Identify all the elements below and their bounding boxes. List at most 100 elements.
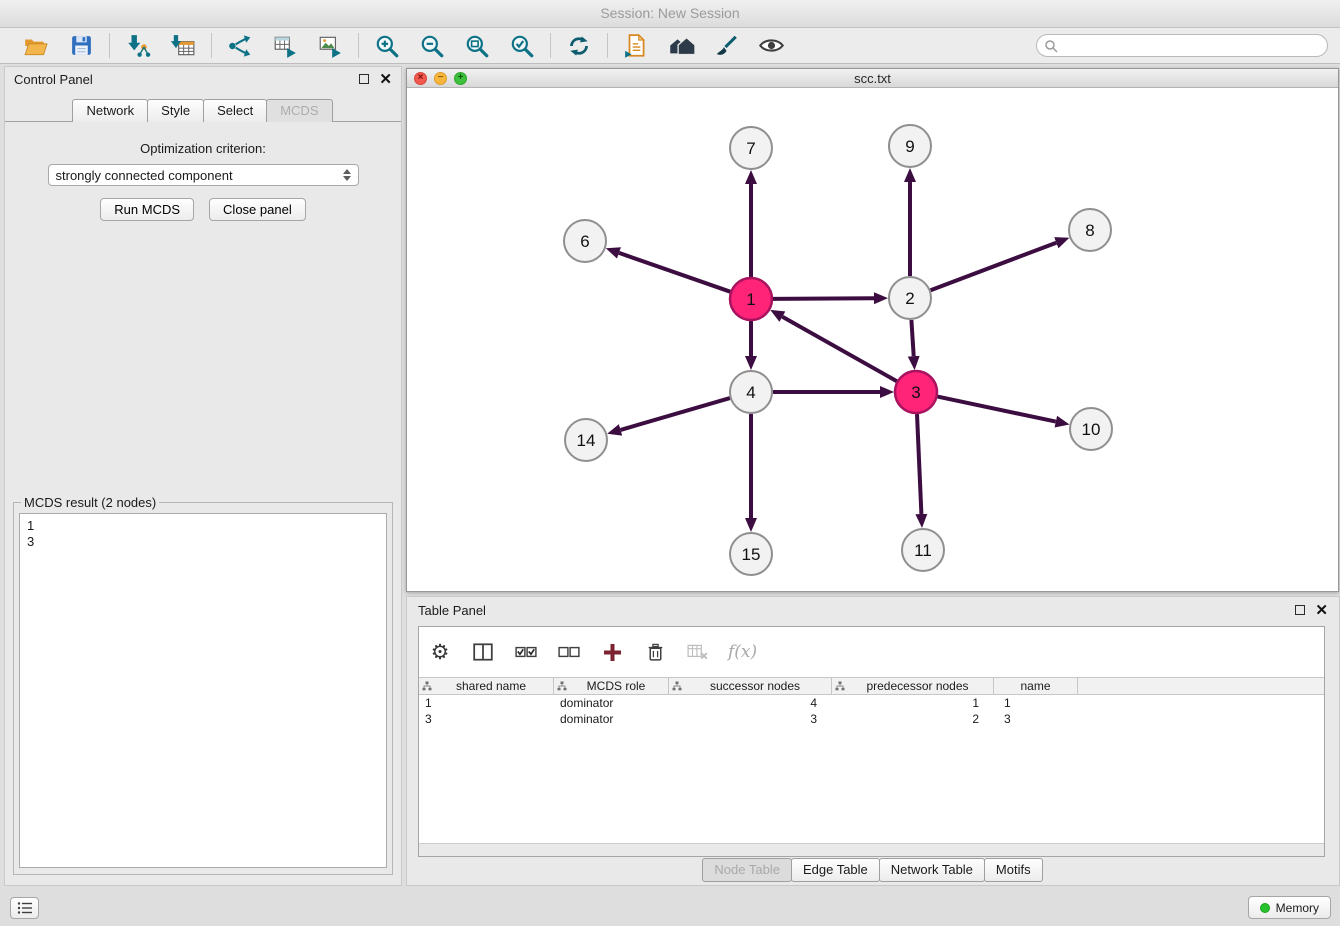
window-close-icon[interactable]: × [414, 72, 427, 85]
save-session-icon[interactable] [66, 31, 96, 61]
column-header-predecessor-nodes[interactable]: predecessor nodes [832, 678, 994, 694]
application-window: Session: New Session [0, 0, 1340, 926]
column-header-name[interactable]: name [994, 678, 1078, 694]
refresh-layout-icon[interactable] [564, 31, 594, 61]
close-panel-icon[interactable]: ✕ [379, 72, 392, 87]
network-share-icon[interactable] [225, 31, 255, 61]
delete-row-trash-icon[interactable] [642, 639, 668, 665]
graph-node-10[interactable]: 10 [1070, 408, 1112, 450]
home-icon[interactable] [666, 31, 696, 61]
graph-node-9[interactable]: 9 [889, 125, 931, 167]
graph-node-6[interactable]: 6 [564, 220, 606, 262]
open-file-icon[interactable] [21, 31, 51, 61]
window-titlebar: Session: New Session [0, 0, 1340, 28]
window-zoom-icon[interactable]: + [454, 72, 467, 85]
network-table-icon[interactable] [270, 31, 300, 61]
svg-text:2: 2 [905, 289, 914, 308]
table-tabs: Node Table Edge Table Network Table Moti… [407, 858, 1339, 882]
graph-edge-2-8[interactable] [931, 243, 1057, 291]
export-image-icon[interactable] [315, 31, 345, 61]
optimization-criterion-label: Optimization criterion: [5, 141, 401, 156]
show-hide-eye-icon[interactable] [756, 31, 786, 61]
float-panel-icon[interactable] [359, 74, 369, 84]
deselect-all-rows-icon[interactable] [556, 639, 582, 665]
import-table-icon[interactable] [168, 31, 198, 61]
table-panel: Table Panel ✕ ⚙ [406, 596, 1340, 886]
horizontal-scrollbar[interactable] [419, 843, 1324, 856]
memory-button[interactable]: Memory [1248, 896, 1331, 919]
mcds-result-line: 1 [27, 518, 379, 534]
mcds-result-fieldset: MCDS result (2 nodes) 1 3 [13, 495, 393, 875]
graph-edge-3-10[interactable] [938, 397, 1056, 422]
column-tree-icon [672, 681, 682, 691]
graph-node-14[interactable]: 14 [565, 419, 607, 461]
column-header-mcds-role[interactable]: MCDS role [554, 678, 669, 694]
column-header-shared-name[interactable]: shared name [419, 678, 554, 694]
control-panel: Control Panel ✕ Network Style Select MCD… [4, 66, 402, 886]
add-row-icon[interactable] [599, 639, 625, 665]
svg-text:15: 15 [742, 545, 761, 564]
mcds-result-legend: MCDS result (2 nodes) [21, 495, 159, 510]
tab-mcds[interactable]: MCDS [266, 99, 332, 122]
main-toolbar [0, 28, 1340, 64]
column-tree-icon [557, 681, 567, 691]
window-minimize-icon[interactable]: − [434, 72, 447, 85]
select-all-rows-icon[interactable] [513, 639, 539, 665]
delete-table-icon [685, 639, 711, 665]
graph-node-1[interactable]: 1 [730, 278, 772, 320]
show-columns-icon[interactable] [470, 639, 496, 665]
column-header-successor-nodes[interactable]: successor nodes [669, 678, 832, 694]
graph-edge-2-3[interactable] [911, 320, 913, 356]
graph-node-8[interactable]: 8 [1069, 209, 1111, 251]
task-history-button[interactable] [10, 897, 39, 919]
graph-edge-1-2[interactable] [773, 298, 874, 299]
window-title: Session: New Session [600, 5, 739, 21]
table-row[interactable]: 1 dominator 4 1 1 [419, 695, 1324, 711]
network-graph[interactable]: 7 9 6 8 1 2 4 3 14 10 15 11 [407, 88, 1338, 591]
search-input[interactable] [1036, 34, 1328, 57]
float-table-panel-icon[interactable] [1295, 605, 1305, 615]
graph-node-11[interactable]: 11 [902, 529, 944, 571]
svg-text:9: 9 [905, 137, 914, 156]
graph-edge-1-6[interactable] [619, 253, 730, 292]
table-settings-gear-icon[interactable]: ⚙ [427, 639, 453, 665]
zoom-out-icon[interactable] [417, 31, 447, 61]
svg-text:14: 14 [577, 431, 596, 450]
tab-select[interactable]: Select [203, 99, 267, 122]
style-brush-icon[interactable] [711, 31, 741, 61]
graph-node-2[interactable]: 2 [889, 277, 931, 319]
tab-network[interactable]: Network [72, 99, 148, 122]
graph-node-3[interactable]: 3 [895, 371, 937, 413]
tab-node-table[interactable]: Node Table [702, 858, 792, 882]
svg-text:7: 7 [746, 139, 755, 158]
tab-network-table[interactable]: Network Table [879, 858, 985, 882]
graph-node-15[interactable]: 15 [730, 533, 772, 575]
graph-edge-4-14[interactable] [621, 398, 730, 430]
table-row[interactable]: 3 dominator 3 2 3 [419, 711, 1324, 727]
criterion-dropdown[interactable]: strongly connected component [48, 164, 359, 186]
graph-node-4[interactable]: 4 [730, 371, 772, 413]
tab-motifs[interactable]: Motifs [984, 858, 1043, 882]
table-panel-content: ⚙ [418, 626, 1325, 857]
zoom-in-icon[interactable] [372, 31, 402, 61]
table-toolbar: ⚙ [419, 627, 1324, 677]
mcds-result-list[interactable]: 1 3 [19, 513, 387, 868]
zoom-fit-icon[interactable] [462, 31, 492, 61]
close-panel-button[interactable]: Close panel [209, 198, 306, 221]
run-mcds-button[interactable]: Run MCDS [100, 198, 194, 221]
export-document-icon[interactable] [621, 31, 651, 61]
graph-edge-3-1[interactable] [782, 317, 896, 382]
list-icon [17, 901, 33, 915]
network-window-titlebar[interactable]: scc.txt × − + [407, 69, 1338, 88]
import-network-icon[interactable] [123, 31, 153, 61]
graph-edge-3-11[interactable] [917, 414, 921, 514]
network-canvas[interactable]: 7 9 6 8 1 2 4 3 14 10 15 11 [407, 88, 1338, 591]
graph-node-7[interactable]: 7 [730, 127, 772, 169]
close-table-panel-icon[interactable]: ✕ [1315, 603, 1328, 618]
zoom-selected-icon[interactable] [507, 31, 537, 61]
tab-style[interactable]: Style [147, 99, 204, 122]
table-header-row: shared name MCDS role successor nodes pr… [419, 677, 1324, 695]
column-tree-icon [835, 681, 845, 691]
control-panel-tabs: Network Style Select MCDS [5, 91, 401, 122]
tab-edge-table[interactable]: Edge Table [791, 858, 880, 882]
